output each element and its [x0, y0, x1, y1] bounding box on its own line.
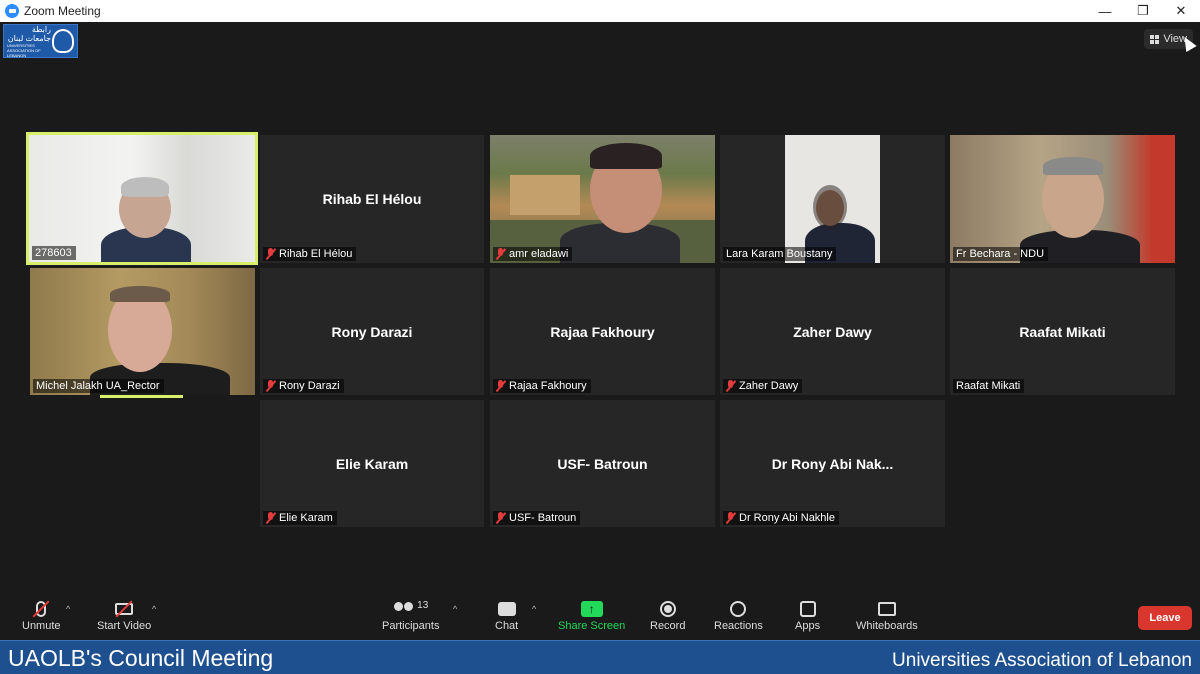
meeting-toolbar: Unmute ^ Start Video ^ 13 Participants ^…: [0, 592, 1200, 640]
participant-display-name: Raafat Mikati: [1019, 323, 1106, 340]
participant-tile-raafat-mikati[interactable]: Raafat Mikati Raafat Mikati: [950, 268, 1175, 395]
record-icon: [659, 601, 676, 617]
muted-mic-icon: [726, 380, 735, 392]
participant-name-tag: USF- Batroun: [493, 511, 581, 525]
title-bar: Zoom Meeting — ❐ ✕: [0, 0, 1200, 22]
participant-tile-zaher-dawy[interactable]: Zaher Dawy Zaher Dawy: [720, 268, 945, 395]
participant-name-tag: Rony Darazi: [263, 379, 344, 393]
participant-tile-278603[interactable]: 278603: [26, 132, 258, 265]
participant-display-name: Elie Karam: [335, 455, 409, 472]
participant-tile-amr-eladawi[interactable]: amr eladawi: [490, 135, 715, 263]
restore-button[interactable]: ❐: [1124, 0, 1162, 22]
participant-name-tag: Raafat Mikati: [953, 379, 1025, 393]
apps-icon: [799, 601, 816, 617]
participant-display-name: Dr Rony Abi Nak...: [771, 455, 894, 472]
muted-mic-icon: [266, 380, 275, 392]
muted-mic-icon: [496, 512, 505, 524]
participant-tile-dr-rony-abi-nakhle[interactable]: Dr Rony Abi Nak... Dr Rony Abi Nakhle: [720, 400, 945, 527]
logo-text-arabic: رابطة جامعات لبنان: [7, 24, 51, 43]
logo-emblem-icon: [52, 29, 74, 53]
apps-button[interactable]: Apps: [795, 598, 820, 632]
window-controls: — ❐ ✕: [1086, 0, 1200, 22]
participant-name-tag: Elie Karam: [263, 511, 337, 525]
unmute-button[interactable]: Unmute: [22, 598, 61, 632]
broadcast-banner: UAOLB's Council Meeting Universities Ass…: [0, 640, 1200, 674]
speaking-indicator: [100, 395, 183, 398]
participant-display-name: USF- Batroun: [557, 455, 648, 472]
window-title: Zoom Meeting: [24, 4, 101, 18]
participant-name-tag: Dr Rony Abi Nakhle: [723, 511, 839, 525]
participant-tile-rihab-el-helou[interactable]: Rihab El Hélou Rihab El Hélou: [260, 135, 484, 263]
participant-name-tag: Rihab El Hélou: [263, 247, 357, 261]
participants-options-caret[interactable]: ^: [453, 604, 457, 614]
participant-display-name: Rihab El Hélou: [322, 191, 422, 207]
whiteboards-button[interactable]: Whiteboards: [856, 598, 918, 632]
share-screen-button[interactable]: ↑ Share Screen: [558, 598, 625, 632]
participants-count: 13: [417, 599, 429, 611]
ua-lebanon-logo: رابطة جامعات لبنان UNIVERSITIES ASSOCIAT…: [3, 24, 78, 58]
audio-options-caret[interactable]: ^: [66, 604, 70, 614]
start-video-button[interactable]: Start Video: [97, 598, 151, 632]
zoom-window: Zoom Meeting — ❐ ✕ رابطة جامعات لبنان UN…: [0, 0, 1200, 674]
muted-mic-icon: [726, 512, 735, 524]
participant-video: [720, 135, 945, 263]
participant-name-tag: Zaher Dawy: [723, 379, 803, 393]
participant-video: [30, 268, 255, 395]
participant-name-tag: 278603: [32, 246, 76, 260]
whiteboard-icon: [877, 602, 896, 616]
reactions-button[interactable]: Reactions: [714, 598, 763, 632]
chat-icon: [497, 602, 516, 616]
participants-icon: [393, 602, 415, 616]
logo-text-english: UNIVERSITIES ASSOCIATION OF LEBANON: [7, 42, 41, 58]
participant-tile-lara-karam-boustany[interactable]: Lara Karam Boustany: [720, 135, 945, 263]
participant-tile-usf-batroun[interactable]: USF- Batroun USF- Batroun: [490, 400, 715, 527]
minimize-button[interactable]: —: [1086, 0, 1124, 22]
participant-video: [490, 135, 715, 263]
participant-display-name: Rajaa Fakhoury: [550, 323, 655, 340]
grid-icon: [1150, 34, 1160, 44]
participant-tile-elie-karam[interactable]: Elie Karam Elie Karam: [260, 400, 484, 527]
banner-organization: Universities Association of Lebanon: [892, 650, 1192, 671]
leave-button[interactable]: Leave: [1138, 606, 1192, 630]
smiley-icon: [730, 601, 747, 617]
participants-button[interactable]: 13 Participants: [382, 598, 439, 633]
muted-mic-icon: [266, 248, 275, 260]
muted-mic-icon: [496, 380, 505, 392]
zoom-app-icon: [5, 4, 19, 18]
video-options-caret[interactable]: ^: [152, 604, 156, 614]
chat-options-caret[interactable]: ^: [532, 604, 536, 614]
participant-display-name: Zaher Dawy: [793, 323, 872, 340]
muted-mic-icon: [496, 248, 505, 260]
participant-tile-michel-jalakh[interactable]: Michel Jalakh UA_Rector: [30, 268, 255, 395]
participant-tile-fr-bechara-ndu[interactable]: Fr Bechara - NDU: [950, 135, 1175, 263]
participant-display-name: Rony Darazi: [331, 323, 413, 340]
share-screen-icon: ↑: [580, 601, 603, 617]
participant-tile-rony-darazi[interactable]: Rony Darazi Rony Darazi: [260, 268, 484, 395]
participant-name-tag: amr eladawi: [493, 247, 573, 261]
banner-meeting-title: UAOLB's Council Meeting: [8, 645, 274, 671]
participant-video: [29, 135, 255, 262]
close-button[interactable]: ✕: [1162, 0, 1200, 22]
participant-name-tag: Fr Bechara - NDU: [953, 247, 1049, 261]
participant-name-tag: Lara Karam Boustany: [723, 247, 837, 261]
participant-name-tag: Rajaa Fakhoury: [493, 379, 591, 393]
participant-tile-rajaa-fakhoury[interactable]: Rajaa Fakhoury Rajaa Fakhoury: [490, 268, 715, 395]
muted-mic-icon: [266, 512, 275, 524]
chat-button[interactable]: Chat: [495, 598, 518, 632]
participant-video: [950, 135, 1175, 263]
record-button[interactable]: Record: [650, 598, 685, 632]
participant-name-tag: Michel Jalakh UA_Rector: [33, 379, 164, 393]
